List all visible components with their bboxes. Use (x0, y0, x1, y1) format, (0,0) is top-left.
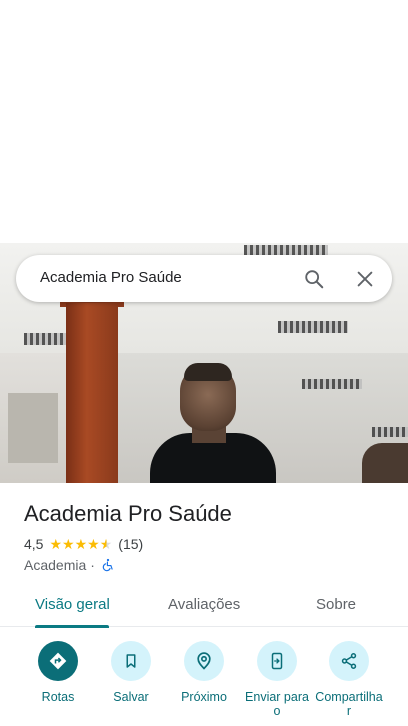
half-star-icon: ★ (99, 536, 113, 552)
share-icon (341, 653, 357, 669)
wheelchair-accessible-icon (102, 558, 113, 572)
review-count[interactable]: (15) (118, 536, 143, 552)
rating-stars: ★ ★ ★ ★ ★ (49, 537, 112, 551)
tab-about[interactable]: Sobre (316, 596, 356, 613)
share-button-circle[interactable] (329, 641, 369, 681)
photo-vent (24, 333, 72, 345)
directions-icon (49, 652, 67, 670)
search-icon[interactable] (303, 268, 325, 290)
send-to-phone-icon (271, 652, 283, 670)
close-icon[interactable] (354, 268, 376, 290)
place-category: Academia (24, 557, 87, 573)
star-icon: ★ (87, 536, 100, 552)
nearby-button-circle[interactable] (184, 641, 224, 681)
send-to-phone-button[interactable]: Enviar para o (241, 641, 313, 718)
map-blank-area (0, 0, 408, 243)
category-row: Academia · (24, 557, 115, 573)
place-info-panel: Academia Pro Saúde 4,5 ★ ★ ★ ★ ★ (15) Ac… (0, 483, 408, 726)
directions-button-circle[interactable] (38, 641, 78, 681)
tab-reviews[interactable]: Avaliações (168, 596, 240, 613)
star-icon: ★ (62, 536, 75, 552)
star-icon: ★ (74, 536, 88, 552)
rating-row[interactable]: 4,5 ★ ★ ★ ★ ★ (15) (24, 536, 143, 552)
photo-window (8, 393, 58, 463)
star-icon: ★ (49, 536, 63, 552)
search-bar[interactable]: Academia Pro Saúde (16, 255, 392, 302)
bookmark-icon (126, 654, 136, 668)
send-to-phone-button-circle[interactable] (257, 641, 297, 681)
nearby-button[interactable]: Próximo (168, 641, 240, 704)
photo-background-person (362, 443, 408, 483)
save-button-circle[interactable] (111, 641, 151, 681)
nearby-icon (197, 652, 211, 670)
tab-overview[interactable]: Visão geral (35, 596, 110, 613)
save-label: Salvar (113, 690, 149, 704)
rating-value: 4,5 (24, 536, 44, 552)
separator: · (90, 557, 95, 573)
save-button[interactable]: Salvar (95, 641, 167, 704)
share-button[interactable]: Compartilha r (313, 641, 385, 718)
share-label: Compartilha r (315, 690, 383, 718)
photo-person-hair (184, 363, 232, 381)
place-title: Academia Pro Saúde (24, 501, 232, 526)
nearby-label: Próximo (181, 690, 227, 704)
send-to-phone-label: Enviar para o (245, 690, 309, 718)
tab-bar: Visão geral Avaliações Sobre (0, 587, 408, 627)
photo-pillar (66, 303, 118, 483)
photo-vent (278, 321, 348, 333)
directions-button[interactable]: Rotas (22, 641, 94, 704)
photo-vent (372, 427, 408, 437)
directions-label: Rotas (41, 690, 75, 704)
photo-vent (302, 379, 362, 389)
search-query[interactable]: Academia Pro Saúde (40, 269, 182, 286)
active-tab-indicator (35, 625, 109, 628)
